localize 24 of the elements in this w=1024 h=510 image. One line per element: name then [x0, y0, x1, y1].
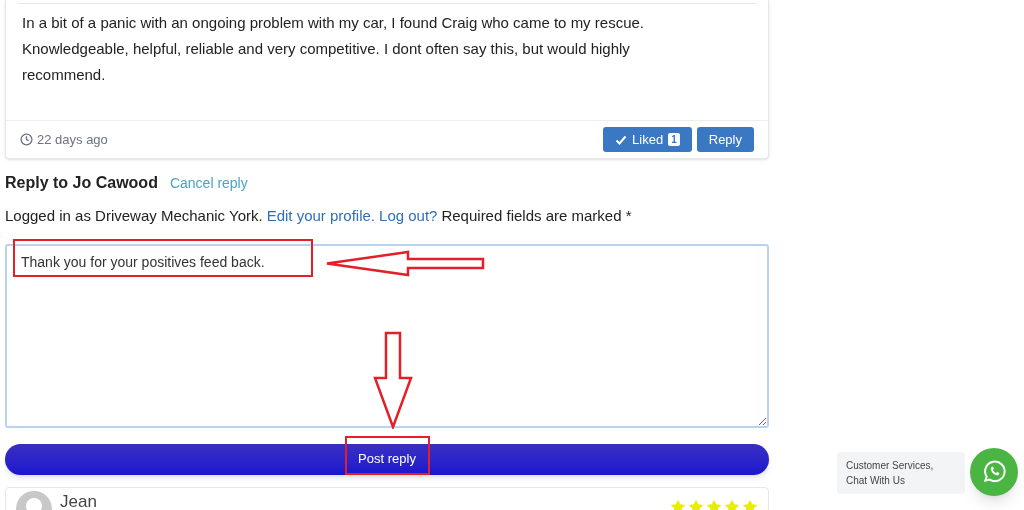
star-icon — [706, 498, 722, 510]
star-icon — [742, 498, 758, 510]
comment-field[interactable]: Thank you for your positives feed back. — [5, 243, 769, 428]
clock-icon — [20, 133, 33, 146]
chat-button[interactable] — [970, 448, 1018, 496]
logout-link[interactable]: Log out? — [379, 205, 438, 228]
logged-in-text: Logged in as Driveway Mechanic York. — [5, 206, 263, 226]
required-fields-note: Required fields are marked * — [441, 206, 632, 226]
review-text: In a bit of a panic with an ongoing problem with my car, I found Craig who came to my rescue. Knowledgeable, helpful, reliable and very competitive. I dont often say this, but would highly recommend. — [21, 13, 645, 85]
chat-label[interactable]: Customer Services, Chat With Us — [837, 452, 965, 494]
liked-button[interactable]: Liked 1 — [603, 127, 692, 152]
chat-phone-icon — [981, 459, 1007, 485]
post-reply-button[interactable]: Post reply — [5, 443, 769, 475]
star-icon — [688, 498, 704, 510]
author-name: Jean — [60, 493, 97, 510]
reply-heading: Reply to Jo Cawood — [5, 173, 158, 193]
checkmark-icon — [615, 133, 628, 146]
cancel-reply-link[interactable]: Cancel reply — [169, 173, 248, 194]
like-count: 1 — [668, 133, 680, 146]
review-time: 22 days ago — [37, 130, 108, 149]
edit-profile-link[interactable]: Edit your profile. — [266, 205, 376, 228]
star-icon — [670, 498, 686, 510]
star-icon — [724, 498, 740, 510]
reply-button[interactable]: Reply — [696, 127, 754, 152]
